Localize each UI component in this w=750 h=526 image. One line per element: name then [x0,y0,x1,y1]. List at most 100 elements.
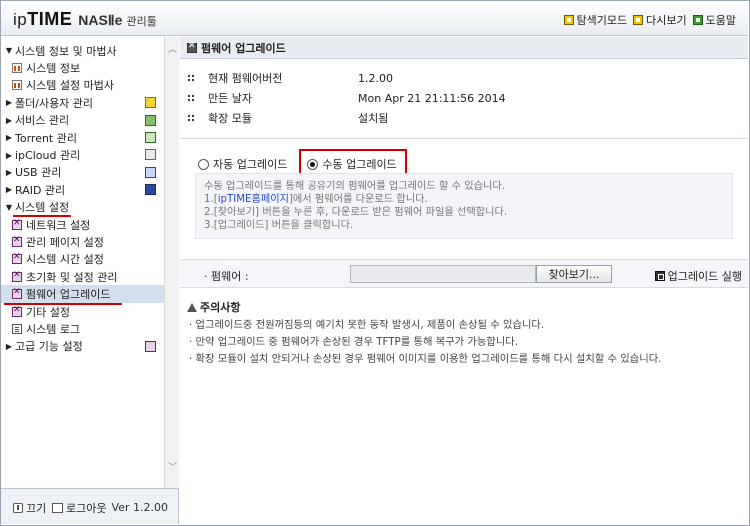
help-line-suffix: ]에서 펌웨어를 다운로드 합니다. [288,194,428,205]
cloud-icon [145,149,156,161]
settings-icon [12,252,22,265]
sidebar-group-ipcloud[interactable]: ▶ ipCloud 관리 [1,146,164,163]
refresh-label: 다시보기 [646,14,687,27]
logo-product: NASⅡe [78,12,123,28]
sidebar-group-torrent[interactable]: ▶ Torrent 관리 [1,129,164,146]
sidebar-group-label: 시스템 설정 [15,201,70,215]
chevron-up-icon[interactable]: ︿ [165,41,180,56]
sidebar-item-label: 시스템 시간 설정 [26,253,104,267]
help-line: 수동 업그레이드를 통해 공유기의 펌웨어를 업그레이드 할 수 있습니다. [204,181,505,192]
sidebar-item-admin-page[interactable]: 관리 페이지 설정 [1,233,164,250]
sidebar-group-folder-user[interactable]: ▶ 폴더/사용자 관리 [1,94,164,111]
firmware-info: 현재 펌웨어버전 1.2.00 만든 날자 Mon Apr 21 21:11:5… [188,68,506,128]
advanced-icon [145,340,156,352]
sidebar-item-label: 시스템 정보 [26,62,81,76]
info-row: 만든 날자 Mon Apr 21 21:11:56 2014 [188,88,506,108]
help-line-prefix: 1.[ [204,194,218,205]
logout-icon [52,503,63,513]
expand-right-icon: ▶ [5,133,13,143]
explorer-mode-link[interactable]: 탐색기모드 [563,12,628,28]
warning-icon [187,302,197,312]
run-upgrade-label: 업그레이드 실행 [667,270,742,283]
sidebar-group-raid[interactable]: ▶ RAID 관리 [1,181,164,198]
sidebar-group-label: ipCloud 관리 [15,149,81,163]
browse-button[interactable]: 찾아보기... [536,265,612,283]
expand-right-icon: ▶ [5,167,13,177]
sidebar-item-setup-wizard[interactable]: 시스템 설정 마법사 [1,77,164,94]
info-row: 현재 펌웨어버전 1.2.00 [188,68,506,88]
sidebar-item-label: 펌웨어 업그레이드 [26,288,111,302]
logo-brand-a: ip [13,10,28,29]
sidebar-group-service[interactable]: ▶ 서비스 관리 [1,112,164,129]
sidebar-group-advanced[interactable]: ▶ 고급 기능 설정 [1,338,164,355]
sidebar-group-usb[interactable]: ▶ USB 관리 [1,164,164,181]
firmware-file-input[interactable] [350,265,536,283]
main-panel: 펌웨어 업그레이드 현재 펌웨어버전 1.2.00 만든 날자 Mon Apr … [180,37,748,524]
iptime-homepage-link[interactable]: ipTIME홈페이지 [218,194,289,205]
expand-down-icon: ▼ [5,202,13,212]
sidebar-item-label: 관리 페이지 설정 [26,235,104,249]
auto-upgrade-label: 자동 업그레이드 [213,158,288,171]
notice-line: · 확장 모듈이 설치 안되거나 손상된 경우 펌웨어 이미지를 이용한 업그레… [189,353,662,365]
sidebar-group-label: USB 관리 [15,166,62,180]
sidebar-item-label: 초기화 및 설정 관리 [26,270,118,284]
settings-icon [12,287,22,300]
notice-title: 주의사항 [187,299,742,315]
chart-icon [12,80,22,91]
settings-icon [12,270,22,282]
info-row: 확장 모듈 설치됨 [188,108,506,128]
log-icon [12,323,22,334]
sidebar-group-system-info[interactable]: ▼ 시스템 정보 및 마법사 [1,42,164,59]
version-label: Ver 1.2.00 [111,501,168,514]
logout-button[interactable]: 로그아웃 [52,500,106,516]
settings-icon [12,218,22,230]
sidebar-item-label: 기타 설정 [26,305,70,319]
sidebar-item-system-log[interactable]: 시스템 로그 [1,320,164,337]
sidebar-group-system-settings[interactable]: ▼ 시스템 설정 [1,199,164,217]
sidebar-group-label: 폴더/사용자 관리 [15,96,94,110]
logout-label: 로그아웃 [66,502,107,515]
settings-icon [12,235,22,247]
sidebar-group-label: RAID 관리 [15,183,66,197]
folder-icon [145,97,156,109]
sidebar-item-misc[interactable]: 기타 설정 [1,303,164,320]
sidebar-item-reset-config[interactable]: 초기화 및 설정 관리 [1,268,164,285]
expand-right-icon: ▶ [5,150,13,160]
notice-line: · 업그레이드중 전원꺼짐등의 예기치 못한 동작 발생시, 제품이 손상될 수… [189,319,545,331]
run-upgrade-button[interactable]: 업그레이드 실행 [654,268,742,284]
refresh-link[interactable]: 다시보기 [633,12,687,28]
sidebar-item-network[interactable]: 네트워크 설정 [1,216,164,233]
auto-upgrade-radio[interactable]: 자동 업그레이드 [198,156,287,172]
sidebar-item-system-info[interactable]: 시스템 정보 [1,59,164,76]
page-title: 펌웨어 업그레이드 [201,41,286,55]
raid-icon [145,184,156,196]
help-text-box: 수동 업그레이드를 통해 공유기의 펌웨어를 업그레이드 할 수 있습니다. 1… [195,173,733,239]
expand-right-icon: ▶ [5,185,13,195]
bullet-icon [188,114,196,122]
divider [180,138,748,139]
sidebar-item-label: 시스템 설정 마법사 [26,79,114,93]
settings-icon [12,305,22,317]
header-bar: ip TIME NASⅡe 관리툴 탐색기모드 다시보기 도움말 [1,1,748,36]
firmware-icon [187,41,197,53]
explorer-icon [563,15,574,25]
sidebar-menu: ▼ 시스템 정보 및 마법사 시스템 정보 시스템 설정 마법사 ▶ 폴더/사용… [1,42,164,355]
service-icon [145,114,156,126]
page-title-bar: 펌웨어 업그레이드 [180,37,748,59]
expand-right-icon: ▶ [5,115,13,125]
chevron-down-icon[interactable]: ﹀ [165,459,180,474]
radio-checked-icon [307,158,319,170]
logo: ip TIME NASⅡe 관리툴 [13,9,157,29]
upgrade-icon [654,271,665,281]
explorer-mode-label: 탐색기모드 [576,14,628,27]
sidebar-scrollbar[interactable]: ︿ ﹀ [164,37,179,488]
bullet-icon [188,94,196,102]
sidebar-item-label: 네트워크 설정 [26,218,91,232]
sidebar-item-system-time[interactable]: 시스템 시간 설정 [1,251,164,268]
help-link[interactable]: 도움말 [692,12,736,28]
help-line: 2.[찾아보기] 버튼을 누른 후, 다운로드 받은 펌웨어 파일을 선택합니다… [204,207,508,218]
power-off-button[interactable]: 끄기 [13,500,46,516]
sidebar-item-firmware-upgrade[interactable]: 펌웨어 업그레이드 [1,285,164,305]
sidebar-group-label: 서비스 관리 [15,114,70,128]
sidebar: ▼ 시스템 정보 및 마법사 시스템 정보 시스템 설정 마법사 ▶ 폴더/사용… [1,37,179,488]
